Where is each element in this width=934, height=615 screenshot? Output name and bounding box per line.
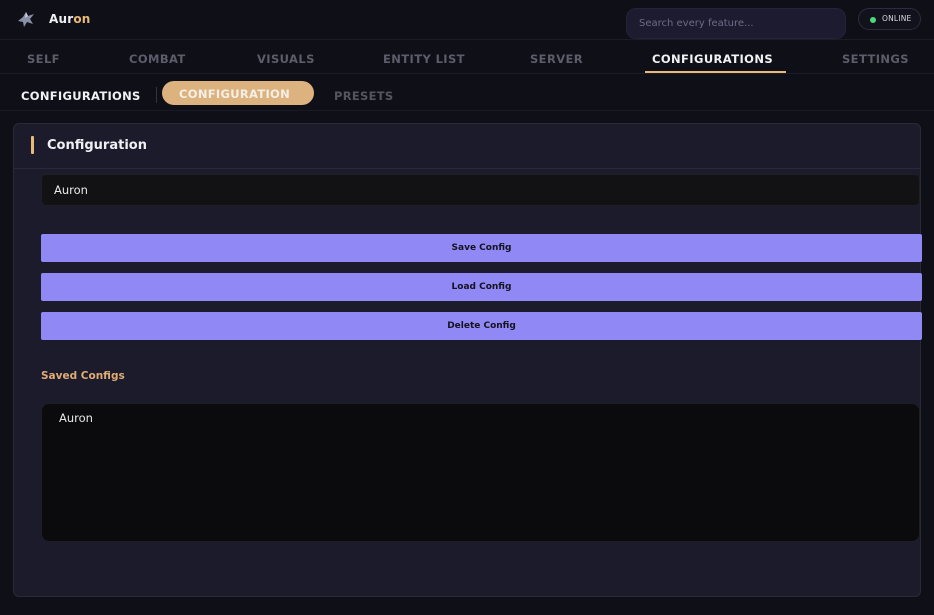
main-tabs: SELF COMBAT VISUALS ENTITY LIST SERVER C… [0,41,934,74]
active-tab-indicator [645,71,786,73]
panel-accent-bar [31,136,34,154]
config-name-input[interactable] [41,174,920,206]
tab-settings[interactable]: SETTINGS [842,52,909,66]
delete-config-button[interactable]: Delete Config [41,312,922,340]
status-dot-icon [870,17,876,23]
tab-combat[interactable]: COMBAT [129,52,186,66]
saved-configs-list[interactable]: Auron [41,403,920,542]
status-badge: ONLINE [858,8,921,30]
subtab-divider [156,87,157,103]
raven-logo-icon [18,12,34,27]
section-title: CONFIGURATIONS [21,89,141,103]
search-input[interactable] [626,8,846,39]
tab-self[interactable]: SELF [27,52,60,66]
list-item[interactable]: Auron [59,411,93,425]
saved-configs-label: Saved Configs [41,370,125,382]
top-bar: Auron ONLINE [0,0,934,40]
load-config-button[interactable]: Load Config [41,273,922,301]
configuration-panel: Configuration Save Config Load Config De… [13,123,922,597]
tab-visuals[interactable]: VISUALS [257,52,315,66]
subtab-presets[interactable]: PRESETS [334,89,394,103]
panel-title: Configuration [47,138,147,153]
sub-tabs: CONFIGURATIONS CONFIGURATION PRESETS [0,75,934,111]
tab-configurations[interactable]: CONFIGURATIONS [652,52,773,66]
tab-server[interactable]: SERVER [530,52,583,66]
brand-name-part2: on [73,12,91,26]
panel-header: Configuration [14,124,920,169]
subtab-configuration[interactable]: CONFIGURATION [162,81,314,105]
brand-name-part1: Aur [49,12,74,26]
tab-entity-list[interactable]: ENTITY LIST [383,52,465,66]
status-label: ONLINE [882,14,912,23]
save-config-button[interactable]: Save Config [41,234,922,262]
app-brand: Auron [49,12,91,26]
